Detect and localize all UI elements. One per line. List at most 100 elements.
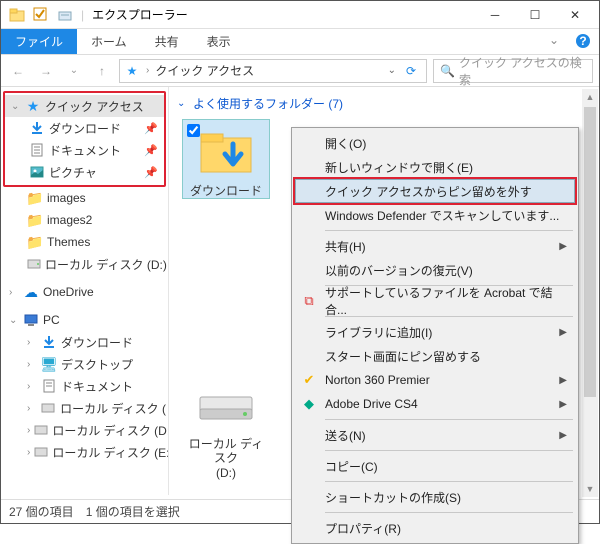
title-bar: | エクスプローラー ─ ☐ ✕ — [1, 1, 599, 29]
drive-icon — [41, 400, 56, 416]
nav-themes[interactable]: 📁 Themes — [3, 231, 166, 253]
cm-pin-to-start[interactable]: スタート画面にピン留めする — [295, 344, 575, 368]
history-dropdown[interactable]: ⌄ — [63, 60, 85, 82]
document-icon — [41, 378, 57, 394]
scrollbar-vertical[interactable]: ▲ ▼ — [582, 89, 598, 497]
scroll-up-button[interactable]: ▲ — [582, 89, 598, 105]
chevron-right-icon: ▶ — [559, 375, 567, 386]
breadcrumb-label: クイック アクセス — [155, 62, 383, 79]
cm-separator — [325, 230, 573, 231]
nav-pc-local-c[interactable]: › ローカル ディスク ( — [3, 397, 166, 419]
refresh-button[interactable]: ⟳ — [400, 64, 422, 78]
nav-images2[interactable]: 📁 images2 — [3, 209, 166, 231]
context-menu: 開く(O) 新しいウィンドウで開く(E) クイック アクセスからピン留めを外す … — [291, 127, 579, 544]
cm-unpin-quick-access[interactable]: クイック アクセスからピン留めを外す — [295, 179, 575, 203]
item-downloads[interactable]: ダウンロード — [183, 120, 269, 198]
breadcrumb-separator: › — [140, 65, 155, 76]
nav-local-disk-d[interactable]: ローカル ディスク (D:) — [3, 253, 166, 275]
cloud-icon: ☁ — [23, 284, 39, 300]
nav-pc-downloads[interactable]: › ダウンロード — [3, 331, 166, 353]
forward-button[interactable]: → — [35, 60, 57, 82]
chevron-right-icon: ▶ — [559, 327, 567, 338]
cm-separator — [325, 512, 573, 513]
cm-send-to[interactable]: 送る(N)▶ — [295, 423, 575, 447]
breadcrumb-dropdown[interactable]: ⌄ — [384, 65, 400, 76]
cm-separator — [325, 450, 573, 451]
cm-share[interactable]: 共有(H)▶ — [295, 234, 575, 258]
help-button[interactable]: ? — [567, 29, 599, 54]
cm-acrobat-combine[interactable]: ⧉サポートしているファイルを Acrobat で結合... — [295, 289, 575, 313]
nav-pc-local-e[interactable]: › ローカル ディスク (E:) — [3, 441, 166, 463]
download-icon — [29, 120, 45, 136]
tab-home[interactable]: ホーム — [77, 29, 141, 54]
ribbon-tabs: ファイル ホーム 共有 表示 ⌄ ? — [1, 29, 599, 55]
cm-open-new-window[interactable]: 新しいウィンドウで開く(E) — [295, 155, 575, 179]
cm-restore-versions[interactable]: 以前のバージョンの復元(V) — [295, 258, 575, 282]
scroll-thumb[interactable] — [584, 107, 596, 397]
nav-pc-desktop[interactable]: ›🖥 デスクトップ — [3, 353, 166, 375]
cm-norton[interactable]: ✔Norton 360 Premier▶ — [295, 368, 575, 392]
nav-pc-documents[interactable]: › ドキュメント — [3, 375, 166, 397]
adobe-icon: ◆ — [301, 396, 317, 412]
tab-file[interactable]: ファイル — [1, 29, 77, 54]
desktop-icon: 🖥 — [41, 356, 57, 372]
star-icon: ★ — [25, 98, 41, 114]
cm-properties[interactable]: プロパティ(R) — [295, 516, 575, 540]
cm-create-shortcut[interactable]: ショートカットの作成(S) — [295, 485, 575, 509]
quick-access-star-icon: ★ — [124, 64, 140, 78]
nav-quick-access[interactable]: ⌄★ クイック アクセス — [5, 95, 164, 117]
section-header[interactable]: ⌄ よく使用するフォルダー (7) — [177, 91, 591, 120]
nav-downloads[interactable]: ダウンロード 📌 — [5, 117, 164, 139]
svg-text:?: ? — [579, 34, 586, 48]
cm-adobe-drive[interactable]: ◆Adobe Drive CS4▶ — [295, 392, 575, 416]
folder-icon: 📁 — [27, 190, 43, 206]
chevron-right-icon: ▶ — [559, 430, 567, 441]
cm-open[interactable]: 開く(O) — [295, 131, 575, 155]
cm-add-to-library[interactable]: ライブラリに追加(I)▶ — [295, 320, 575, 344]
navigation-pane: ⌄★ クイック アクセス ダウンロード 📌 ドキュメント 📌 ピクチャ 📌 📁 … — [1, 87, 169, 495]
cm-copy[interactable]: コピー(C) — [295, 454, 575, 478]
close-button[interactable]: ✕ — [555, 2, 595, 28]
back-button[interactable]: ← — [7, 60, 29, 82]
item-local-disk-d[interactable]: ローカル ディスク (D:) — [183, 377, 269, 480]
minimize-button[interactable]: ─ — [475, 2, 515, 28]
app-icon — [9, 7, 25, 23]
item-count: 27 個の項目 — [9, 503, 74, 520]
chevron-right-icon: ▶ — [559, 399, 567, 410]
search-placeholder: クイック アクセスの検索 — [459, 54, 586, 88]
norton-icon: ✔ — [301, 372, 317, 388]
nav-pc[interactable]: ⌄ PC — [3, 309, 166, 331]
nav-pc-local-d[interactable]: › ローカル ディスク (D:) — [3, 419, 166, 441]
ribbon-expand-button[interactable]: ⌄ — [541, 29, 567, 54]
cm-defender-scan[interactable]: Windows Defender でスキャンしています... — [295, 203, 575, 227]
search-input[interactable]: 🔍 クイック アクセスの検索 — [433, 59, 593, 83]
folder-icon: 📁 — [27, 212, 43, 228]
pin-icon: 📌 — [144, 144, 158, 157]
maximize-button[interactable]: ☐ — [515, 2, 555, 28]
breadcrumb[interactable]: ★ › クイック アクセス ⌄ ⟳ — [119, 59, 427, 83]
picture-icon — [29, 164, 45, 180]
pin-icon: 📌 — [144, 166, 158, 179]
search-icon: 🔍 — [440, 64, 455, 78]
selection-count: 1 個の項目を選択 — [86, 503, 180, 520]
qat-folder-icon[interactable] — [57, 7, 73, 23]
nav-documents[interactable]: ドキュメント 📌 — [5, 139, 164, 161]
pin-icon: 📌 — [144, 122, 158, 135]
window-title: エクスプローラー — [88, 6, 475, 23]
folder-download-icon — [192, 124, 260, 180]
cm-separator — [325, 481, 573, 482]
nav-onedrive[interactable]: ›☁ OneDrive — [3, 281, 166, 303]
acrobat-icon: ⧉ — [301, 293, 317, 309]
separator: | — [77, 8, 88, 22]
scroll-down-button[interactable]: ▼ — [582, 481, 598, 497]
qat-checkbox-icon[interactable] — [33, 7, 49, 23]
up-button[interactable]: ↑ — [91, 60, 113, 82]
cm-separator — [325, 419, 573, 420]
drive-icon — [27, 256, 41, 272]
nav-pictures[interactable]: ピクチャ 📌 — [5, 161, 164, 183]
tab-share[interactable]: 共有 — [141, 29, 193, 54]
folder-icon: 📁 — [27, 234, 43, 250]
item-checkbox[interactable] — [187, 124, 200, 137]
nav-images[interactable]: 📁 images — [3, 187, 166, 209]
tab-view[interactable]: 表示 — [193, 29, 245, 54]
